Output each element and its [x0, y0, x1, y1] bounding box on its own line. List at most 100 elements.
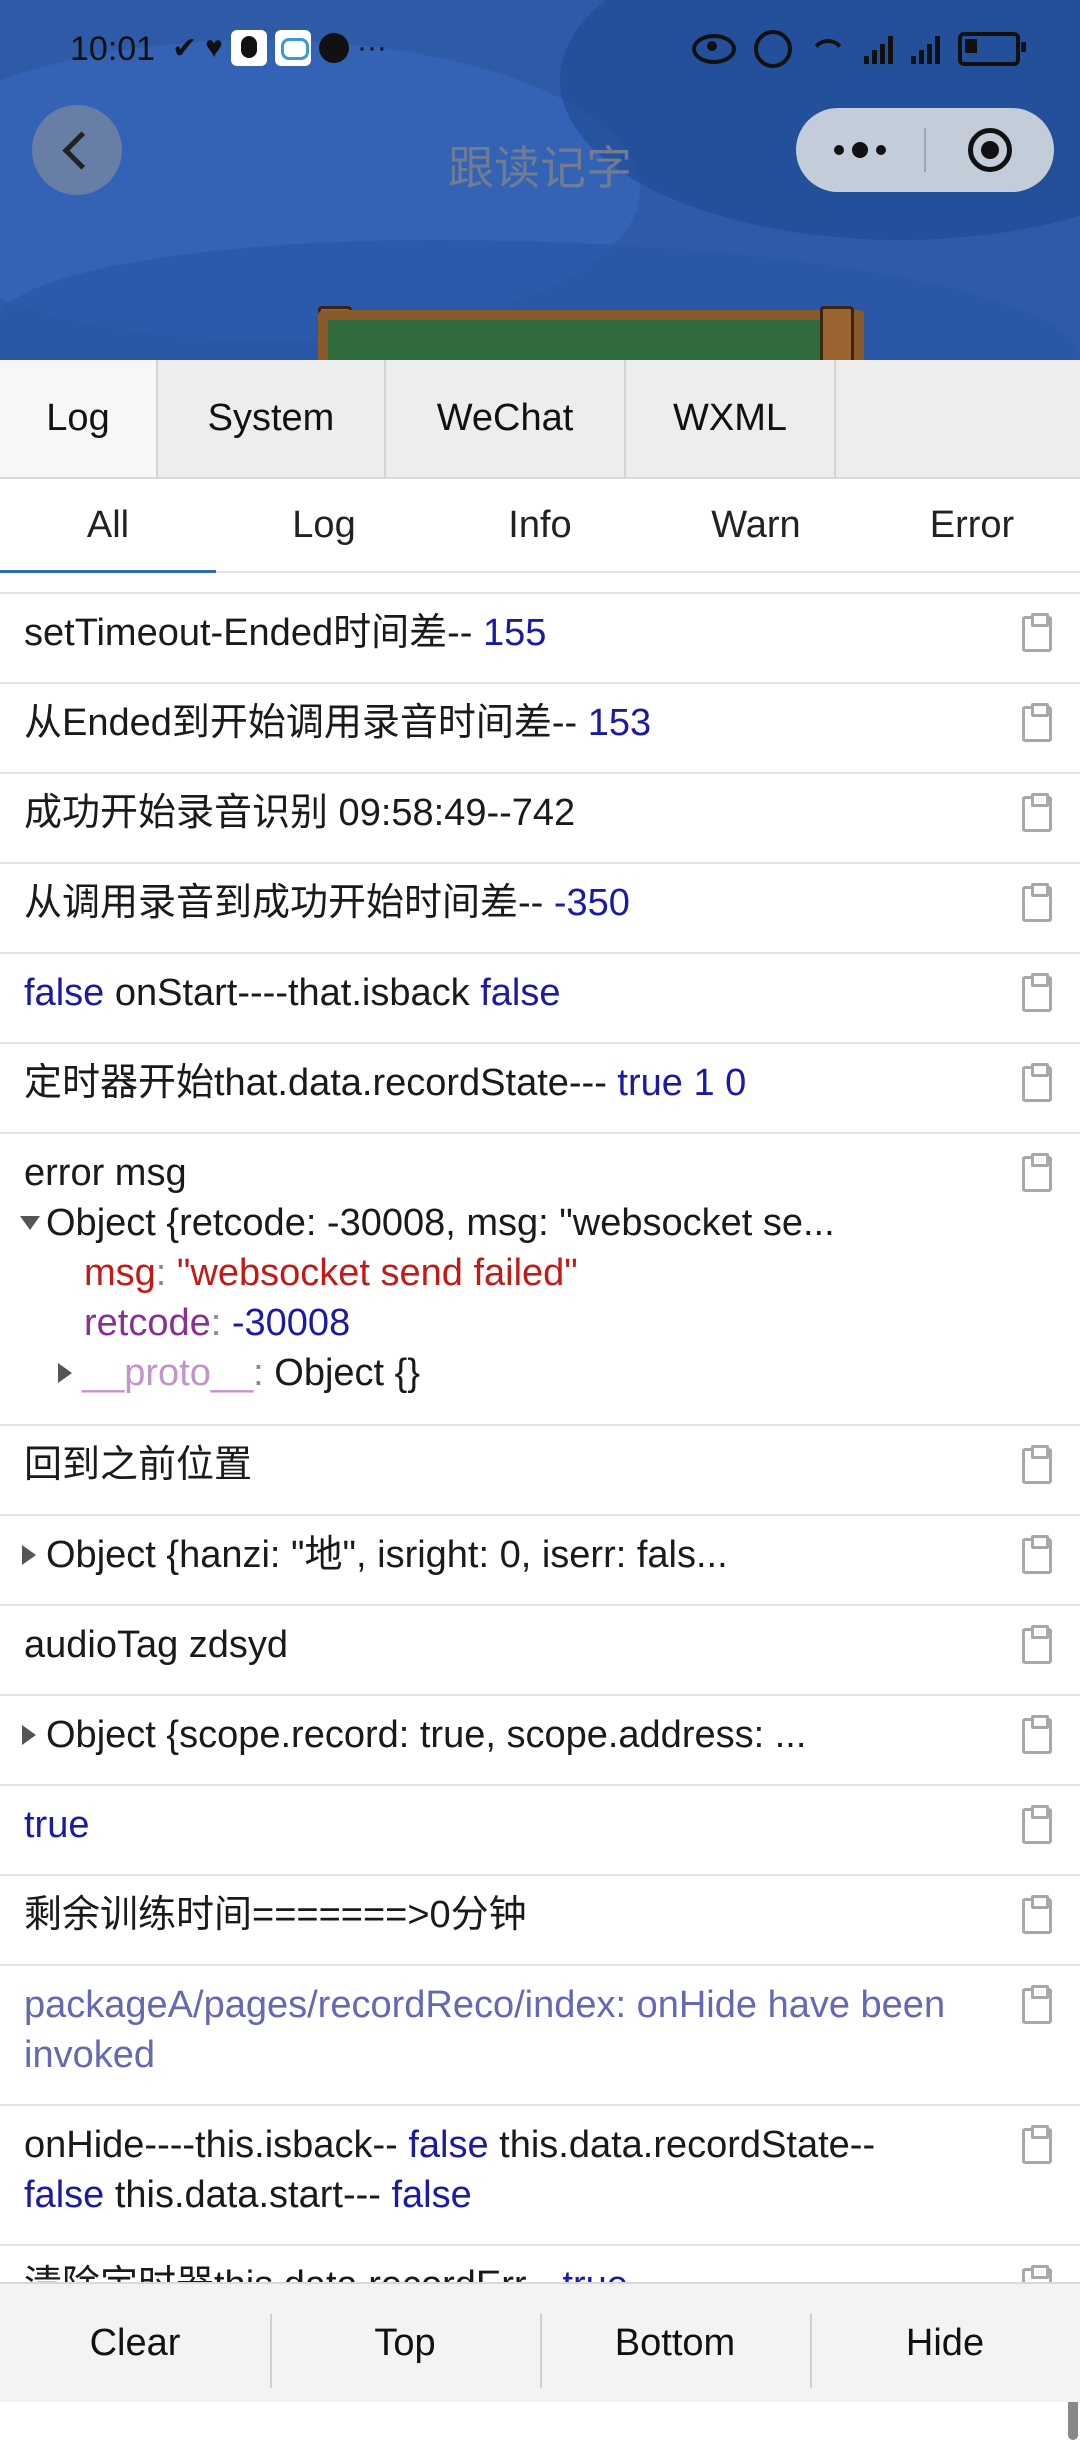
- log-item: audioTag zdsyd: [0, 1604, 1080, 1694]
- vconsole-panel: Log System WeChat WXML All Log Info Warn…: [0, 360, 1080, 2440]
- clipboard-icon[interactable]: [1022, 1715, 1052, 1754]
- heart-icon: ♥: [205, 31, 223, 64]
- clipboard-icon[interactable]: [1022, 1445, 1052, 1484]
- eye-icon: [692, 34, 736, 64]
- log-text: 清除定时器this.data.recordErr--: [24, 2264, 562, 2282]
- log-item: 回到之前位置: [0, 1424, 1080, 1514]
- chat-icon: [274, 30, 311, 66]
- clipboard-icon[interactable]: [1022, 883, 1052, 922]
- more-notifications-icon: ···: [356, 31, 387, 64]
- battery-icon: [958, 32, 1026, 66]
- expand-triangle-icon: [22, 1544, 36, 1565]
- mini-program-capsule: [796, 108, 1054, 192]
- log-value: true: [24, 1804, 90, 1846]
- log-item: 清除定时器this.data.recordErr-- true: [0, 2244, 1080, 2282]
- log-item: Object {scope.record: true, scope.addres…: [0, 1694, 1080, 1784]
- log-item: 从调用录音到成功开始时间差-- -350: [0, 862, 1080, 952]
- log-value: true: [562, 2264, 627, 2282]
- tab-wxml[interactable]: WXML: [626, 360, 836, 477]
- clipboard-icon[interactable]: [1022, 1625, 1052, 1664]
- collapse-triangle-icon: [20, 1215, 40, 1230]
- log-text: 剩余训练时间=======>0分钟: [24, 1894, 527, 1936]
- log-text: packageA/pages/recordReco/index: onHide …: [24, 1984, 946, 2076]
- log-item-info: packageA/pages/recordReco/index: onHide …: [0, 1964, 1080, 2104]
- log-item: 剩余训练时间=======>0分钟: [0, 1874, 1080, 1964]
- log-level-filter: All Log Info Warn Error: [0, 479, 1080, 573]
- vconsole-toolbar: Clear Top Bottom Hide: [0, 2282, 1080, 2402]
- log-item: onHide----this.isback-- false this.data.…: [0, 2104, 1080, 2244]
- bottom-button[interactable]: Bottom: [540, 2284, 810, 2402]
- log-item: 从Ended到开始调用录音时间差-- 153: [0, 682, 1080, 772]
- clipboard-icon[interactable]: [1022, 2265, 1052, 2282]
- log-item: Object {hanzi: "地", isright: 0, iserr: f…: [0, 1514, 1080, 1604]
- clipboard-icon[interactable]: [1022, 703, 1052, 742]
- clipboard-icon[interactable]: [1022, 1063, 1052, 1102]
- system-icons: [692, 30, 1026, 68]
- log-text: 成功开始录音识别 09:58:49--742: [24, 792, 576, 834]
- object-proto[interactable]: __proto__: Object {}: [52, 1348, 1014, 1398]
- notification-icons: ✔ ♥ ···: [172, 30, 387, 66]
- signal-5g-icon: [911, 34, 940, 64]
- log-list: setTimeout-Ended时间差-- 155 从Ended到开始调用录音时…: [0, 592, 1080, 2282]
- log-text: error msg: [24, 1152, 187, 1194]
- log-value: -350: [553, 882, 630, 924]
- log-text: 定时器开始that.data.recordState---: [24, 1062, 618, 1104]
- signal-4g-icon: [864, 34, 893, 64]
- clipboard-icon[interactable]: [1022, 1535, 1052, 1574]
- log-text: 从调用录音到成功开始时间差--: [24, 882, 554, 924]
- check-icon: ✔: [172, 31, 198, 65]
- alarm-icon: [754, 30, 792, 68]
- log-item: setTimeout-Ended时间差-- 155: [0, 592, 1080, 682]
- globe-icon: [318, 33, 349, 63]
- clipboard-icon[interactable]: [1022, 1985, 1052, 2024]
- clipboard-icon[interactable]: [1022, 1153, 1052, 1192]
- top-button[interactable]: Top: [270, 2284, 540, 2402]
- close-miniprogram-button[interactable]: [926, 128, 1054, 172]
- tab-wechat[interactable]: WeChat: [386, 360, 626, 477]
- tab-system[interactable]: System: [158, 360, 386, 477]
- board-right-post: [820, 306, 854, 360]
- log-item: true: [0, 1784, 1080, 1874]
- log-item: 成功开始录音识别 09:58:49--742: [0, 772, 1080, 862]
- filter-error[interactable]: Error: [864, 479, 1080, 571]
- log-text: 从Ended到开始调用录音时间差--: [24, 702, 588, 744]
- clear-button[interactable]: Clear: [0, 2284, 270, 2402]
- clipboard-icon[interactable]: [1022, 613, 1052, 652]
- log-value: 155: [482, 612, 547, 654]
- wifi-icon: [810, 35, 846, 63]
- vconsole-tabbar: Log System WeChat WXML: [0, 360, 1080, 479]
- object-summary[interactable]: Object {scope.record: true, scope.addres…: [16, 1710, 1006, 1760]
- log-value: true 1 0: [617, 1062, 747, 1104]
- object-summary[interactable]: Object {hanzi: "地", isright: 0, iserr: f…: [16, 1530, 1006, 1580]
- object-property: msg: "websocket send failed": [84, 1252, 578, 1294]
- filter-all[interactable]: All: [0, 479, 216, 573]
- log-value: false: [24, 972, 105, 1014]
- target-icon: [968, 128, 1012, 172]
- more-button[interactable]: [796, 142, 924, 158]
- log-value: false: [480, 972, 561, 1014]
- log-text: 回到之前位置: [24, 1444, 253, 1486]
- expand-triangle-icon: [22, 1724, 36, 1745]
- object-property: retcode: -30008: [84, 1302, 351, 1344]
- filter-info[interactable]: Info: [432, 479, 648, 571]
- qq-icon: [230, 30, 267, 66]
- log-text: setTimeout-Ended时间差--: [24, 612, 483, 654]
- clipboard-icon[interactable]: [1022, 973, 1052, 1012]
- tab-log[interactable]: Log: [0, 360, 158, 477]
- log-item: false onStart----that.isback false: [0, 952, 1080, 1042]
- filter-log[interactable]: Log: [216, 479, 432, 571]
- object-summary[interactable]: Object {retcode: -30008, msg: "websocket…: [16, 1198, 1014, 1248]
- log-item-expanded: error msg Object {retcode: -30008, msg: …: [0, 1132, 1080, 1424]
- clipboard-icon[interactable]: [1022, 793, 1052, 832]
- filter-warn[interactable]: Warn: [648, 479, 864, 571]
- clipboard-icon[interactable]: [1022, 1895, 1052, 1934]
- clipboard-icon[interactable]: [1022, 2125, 1052, 2164]
- clipboard-icon[interactable]: [1022, 1805, 1052, 1844]
- app-header: 10:01 ✔ ♥ ··· 跟读记字: [0, 0, 1080, 360]
- log-text: onStart----that.isback: [104, 972, 481, 1014]
- log-item: 定时器开始that.data.recordState--- true 1 0: [0, 1042, 1080, 1132]
- expand-triangle-icon: [58, 1362, 72, 1383]
- hide-button[interactable]: Hide: [810, 2284, 1080, 2402]
- status-time: 10:01: [70, 30, 156, 68]
- log-text: audioTag zdsyd: [24, 1624, 289, 1666]
